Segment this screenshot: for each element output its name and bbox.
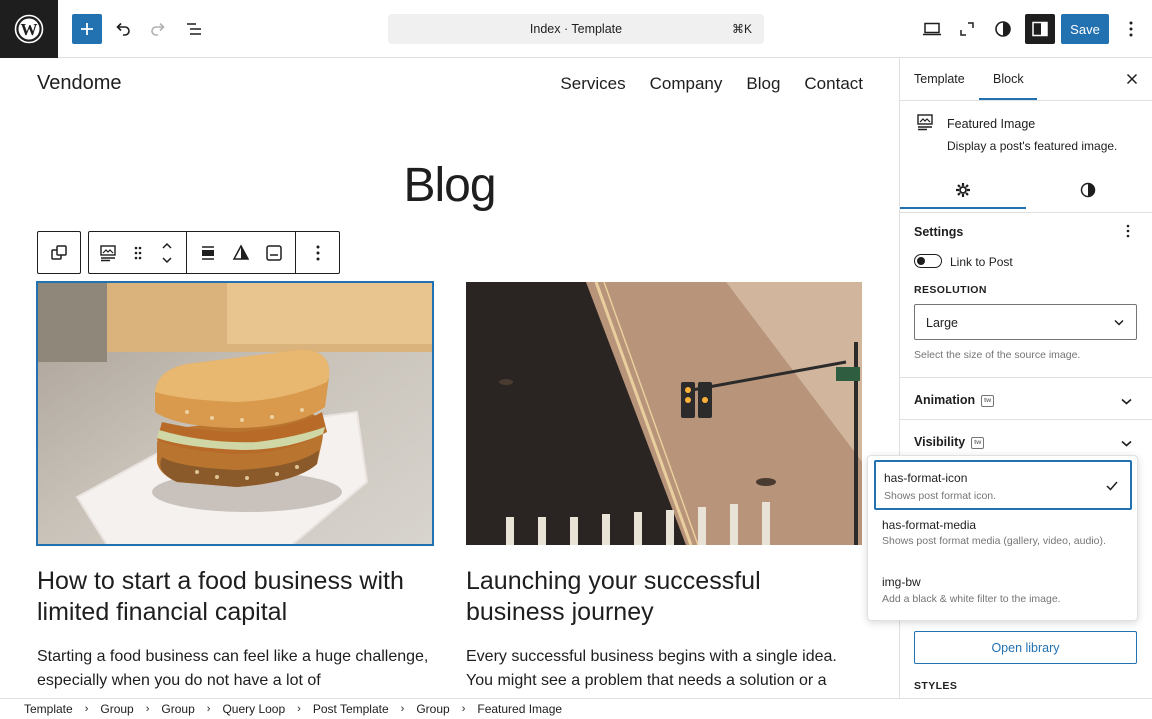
styles-label: STYLES <box>914 680 958 692</box>
block-editor: W Index · Template ⌘K Save Vendome Servi… <box>0 0 1152 719</box>
settings-more-icon[interactable] <box>1126 224 1130 243</box>
overlay-icon[interactable] <box>261 240 287 266</box>
divider <box>900 377 1152 378</box>
resolution-label: RESOLUTION <box>914 284 987 296</box>
svg-text:W: W <box>21 20 38 39</box>
redo-icon[interactable] <box>143 14 173 44</box>
close-icon[interactable] <box>1126 72 1138 90</box>
breadcrumb-item[interactable]: Group <box>416 702 449 716</box>
add-block-button[interactable] <box>72 14 102 44</box>
option-description: Add a black & white filter to the image. <box>882 593 1061 605</box>
align-icon[interactable] <box>195 240 221 266</box>
block-description: Display a post's featured image. <box>947 139 1118 153</box>
post-excerpt-2: Every successful business begins with a … <box>466 648 837 689</box>
template-title: Index · Template <box>529 22 623 36</box>
breadcrumb-item[interactable]: Query Loop <box>222 702 285 716</box>
site-title[interactable]: Vendome <box>37 72 122 95</box>
post-title-2[interactable]: Launching your successful business journ… <box>466 566 866 628</box>
block-toolbar <box>88 231 340 274</box>
parent-block-icon[interactable] <box>46 240 72 266</box>
block-breadcrumb: Template › Group › Group › Query Loop › Post… <box>0 698 1152 719</box>
visibility-panel-toggle[interactable]: Visibility tw <box>914 435 985 449</box>
animation-label: Animation <box>914 393 976 407</box>
featured-image-street[interactable] <box>466 282 862 545</box>
settings-gear-icon[interactable] <box>955 182 971 203</box>
link-to-post-toggle[interactable] <box>914 254 942 268</box>
zoom-out-icon[interactable] <box>952 14 982 44</box>
option-has-format-media[interactable]: has-format-media Shows post format media… <box>874 514 1132 570</box>
tab-template[interactable]: Template <box>914 72 965 86</box>
nav-item-services[interactable]: Services <box>560 74 625 94</box>
options-menu-icon[interactable] <box>1116 14 1146 44</box>
option-title: has-format-media <box>882 518 977 532</box>
breadcrumb-item[interactable]: Group <box>161 702 194 716</box>
document-overview-icon[interactable] <box>179 14 209 44</box>
chevron-right-icon: › <box>400 703 405 715</box>
save-button[interactable]: Save <box>1061 14 1109 44</box>
chevron-down-icon[interactable] <box>1121 398 1132 405</box>
animation-panel-toggle[interactable]: Animation tw <box>914 393 995 407</box>
move-up-down-icon[interactable] <box>154 240 180 266</box>
post-excerpt-1: Starting a food business can feel like a… <box>37 648 429 689</box>
active-tab-indicator <box>979 98 1037 100</box>
block-name: Featured Image <box>947 117 1036 131</box>
open-library-button[interactable]: Open library <box>914 631 1137 664</box>
featured-image-block-icon[interactable] <box>95 240 121 266</box>
styles-contrast-icon[interactable] <box>988 14 1018 44</box>
duotone-filter-icon[interactable] <box>228 240 254 266</box>
chevron-down-icon <box>1114 319 1124 326</box>
resolution-select[interactable]: Large <box>914 304 1137 340</box>
settings-panel-title: Settings <box>914 225 964 239</box>
settings-tab-indicator <box>900 207 1026 209</box>
nav-item-company[interactable]: Company <box>650 74 723 94</box>
tw-badge: tw <box>971 436 985 449</box>
class-suggestions-dropdown: has-format-icon Shows post format icon. … <box>867 455 1138 621</box>
divider <box>900 419 1152 420</box>
shortcut-hint: ⌘K <box>731 22 752 36</box>
wordpress-logo-icon[interactable]: W <box>0 0 58 58</box>
post-title-1[interactable]: How to start a food business with limite… <box>37 566 437 628</box>
tw-badge: tw <box>981 394 995 407</box>
page-title[interactable]: Blog <box>0 158 899 213</box>
featured-image-sandwich[interactable] <box>36 281 434 546</box>
resolution-value: Large <box>926 316 958 330</box>
visibility-label: Visibility <box>914 435 966 449</box>
chevron-right-icon: › <box>206 703 211 715</box>
breadcrumb-item[interactable]: Post Template <box>313 702 389 716</box>
styles-contrast-tab-icon[interactable] <box>1080 182 1096 203</box>
command-palette-button[interactable]: Index · Template ⌘K <box>388 14 764 44</box>
chevron-right-icon: › <box>297 703 301 715</box>
option-description: Shows post format icon. <box>884 490 997 502</box>
nav-item-contact[interactable]: Contact <box>804 74 863 94</box>
chevron-right-icon: › <box>461 703 466 715</box>
option-has-format-icon[interactable]: has-format-icon Shows post format icon. <box>874 460 1132 510</box>
option-title: img-bw <box>882 575 921 589</box>
option-description: Shows post format media (gallery, video,… <box>882 535 1106 547</box>
option-title: has-format-icon <box>884 471 968 485</box>
block-card: Featured Image Display a post's featured… <box>900 101 1152 169</box>
block-parent-selector[interactable] <box>37 231 81 274</box>
settings-sidebar-toggle-icon[interactable] <box>1025 14 1055 44</box>
featured-image-icon <box>916 113 934 136</box>
desktop-preview-icon[interactable] <box>917 14 947 44</box>
link-to-post-label: Link to Post <box>950 255 1013 269</box>
nav-item-blog[interactable]: Blog <box>746 74 780 94</box>
editor-canvas: Vendome Services Company Blog Contact Bl… <box>0 58 899 698</box>
navigation: Services Company Blog Contact <box>560 74 863 94</box>
chevron-right-icon: › <box>84 703 89 715</box>
checkmark-icon <box>1106 481 1118 491</box>
undo-icon[interactable] <box>108 14 138 44</box>
block-options-icon[interactable] <box>305 240 331 266</box>
breadcrumb-item-current[interactable]: Featured Image <box>477 702 562 716</box>
breadcrumb-item[interactable]: Template <box>24 702 73 716</box>
chevron-down-icon[interactable] <box>1121 440 1132 447</box>
chevron-right-icon: › <box>145 703 150 715</box>
drag-handle-icon[interactable] <box>125 240 151 266</box>
tab-block[interactable]: Block <box>993 72 1024 86</box>
option-img-bw[interactable]: img-bw Add a black & white filter to the… <box>874 572 1132 616</box>
sidebar-tabs: Template Block <box>900 58 1152 101</box>
breadcrumb-item[interactable]: Group <box>100 702 133 716</box>
editor-toolbar: W Index · Template ⌘K Save <box>0 0 1152 58</box>
resolution-help: Select the size of the source image. <box>914 349 1081 361</box>
